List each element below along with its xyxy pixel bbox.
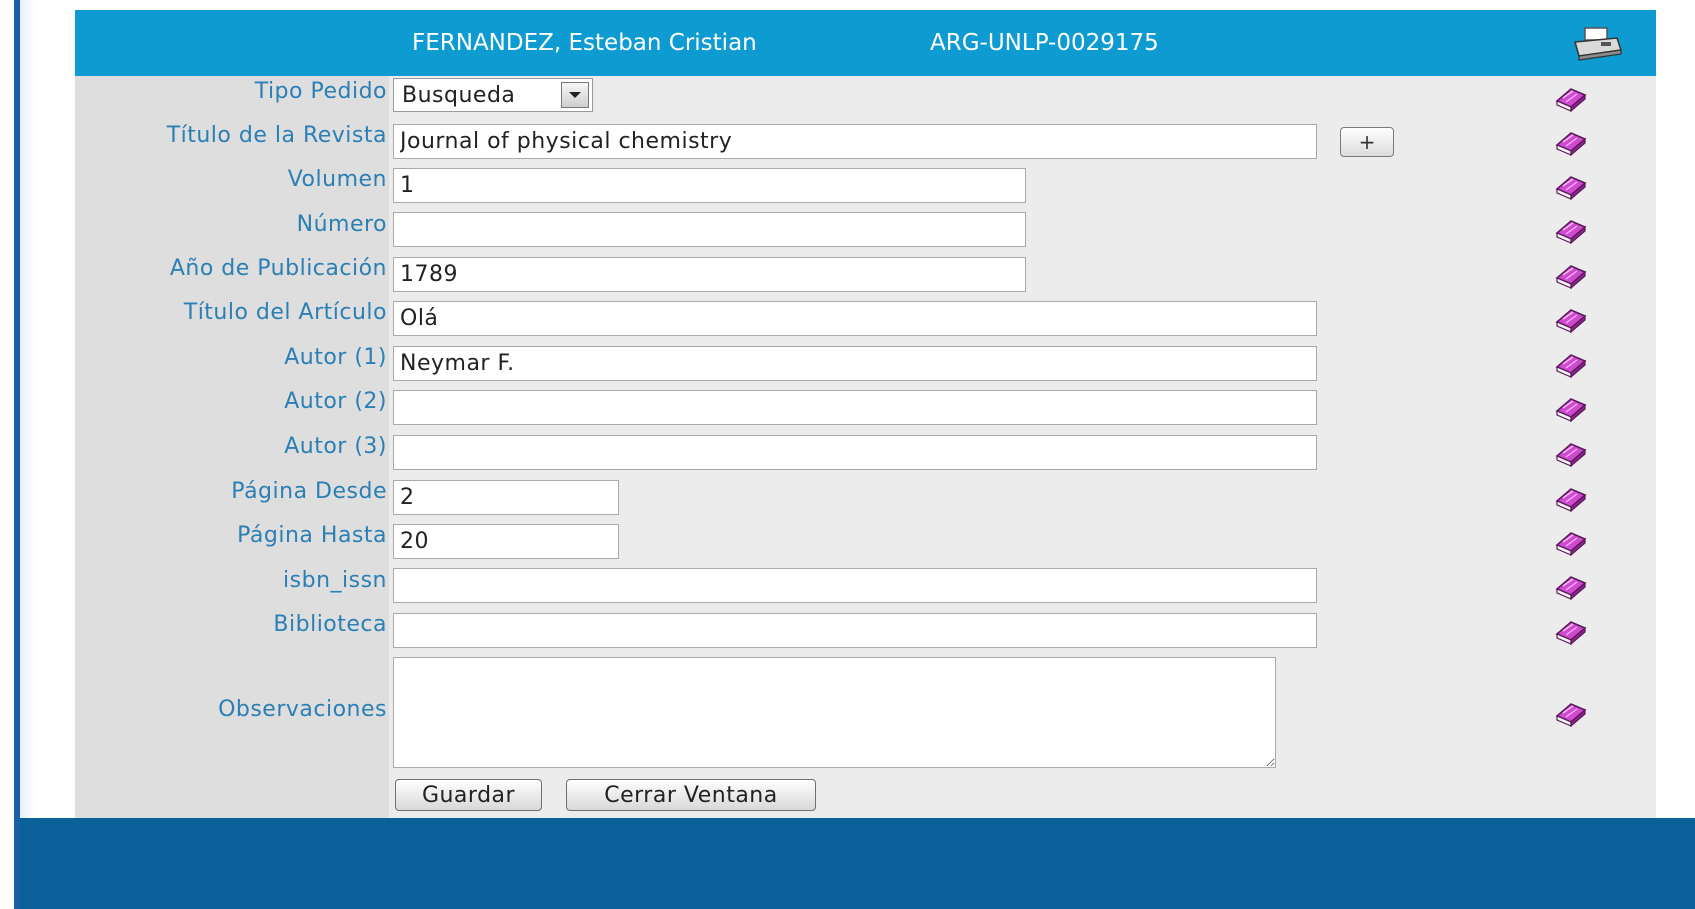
tipo-pedido-value: Busqueda — [402, 82, 516, 108]
book-icon[interactable] — [1551, 616, 1589, 646]
printer-icon[interactable] — [1571, 26, 1623, 62]
label-autor-2: Autor (2) — [284, 389, 387, 414]
label-autor-3: Autor (3) — [284, 434, 387, 459]
tipo-pedido-select[interactable]: Busqueda — [393, 78, 593, 112]
book-icon[interactable] — [1551, 698, 1589, 728]
label-pagina-hasta: Página Hasta — [237, 523, 387, 548]
label-titulo-articulo: Título del Artículo — [183, 300, 387, 325]
pagina-desde-input[interactable] — [393, 480, 619, 515]
book-icon[interactable] — [1551, 127, 1589, 157]
book-icon[interactable] — [1551, 171, 1589, 201]
chevron-down-icon[interactable] — [561, 82, 589, 108]
left-gradient-strip — [20, 0, 36, 909]
footer-band — [20, 818, 1695, 909]
label-isbn-issn: isbn_issn — [283, 568, 387, 593]
header-bar: FERNANDEZ, Esteban Cristian ARG-UNLP-002… — [75, 10, 1656, 76]
guardar-button[interactable]: Guardar — [395, 779, 542, 811]
label-volumen: Volumen — [287, 167, 387, 192]
label-pagina-desde: Página Desde — [231, 479, 387, 504]
book-icon[interactable] — [1551, 215, 1589, 245]
label-numero: Número — [296, 212, 387, 237]
book-icon[interactable] — [1551, 260, 1589, 290]
isbn-issn-input[interactable] — [393, 568, 1317, 603]
label-autor-1: Autor (1) — [284, 345, 387, 370]
titulo-revista-input[interactable] — [393, 124, 1317, 159]
label-titulo-revista: Título de la Revista — [166, 123, 387, 148]
book-icon[interactable] — [1551, 304, 1589, 334]
volumen-input[interactable] — [393, 168, 1026, 203]
book-icon[interactable] — [1551, 393, 1589, 423]
anio-input[interactable] — [393, 257, 1026, 292]
book-icon[interactable] — [1551, 349, 1589, 379]
label-anio: Año de Publicación — [169, 256, 387, 281]
autor-1-input[interactable] — [393, 346, 1317, 381]
pagina-hasta-input[interactable] — [393, 524, 619, 559]
add-revista-button[interactable]: + — [1340, 127, 1394, 157]
biblioteca-input[interactable] — [393, 613, 1317, 648]
label-biblioteca: Biblioteca — [273, 612, 387, 637]
titulo-articulo-input[interactable] — [393, 301, 1317, 336]
book-icon[interactable] — [1551, 83, 1589, 113]
user-name: FERNANDEZ, Esteban Cristian — [412, 30, 757, 56]
book-icon[interactable] — [1551, 527, 1589, 557]
cerrar-ventana-button[interactable]: Cerrar Ventana — [566, 779, 816, 811]
label-tipo-pedido: Tipo Pedido — [254, 79, 387, 104]
book-icon[interactable] — [1551, 438, 1589, 468]
request-code: ARG-UNLP-0029175 — [930, 30, 1159, 56]
book-icon[interactable] — [1551, 571, 1589, 601]
observaciones-textarea[interactable] — [393, 657, 1276, 768]
numero-input[interactable] — [393, 212, 1026, 247]
book-icon[interactable] — [1551, 483, 1589, 513]
label-observaciones: Observaciones — [218, 697, 387, 722]
autor-3-input[interactable] — [393, 435, 1317, 470]
autor-2-input[interactable] — [393, 390, 1317, 425]
